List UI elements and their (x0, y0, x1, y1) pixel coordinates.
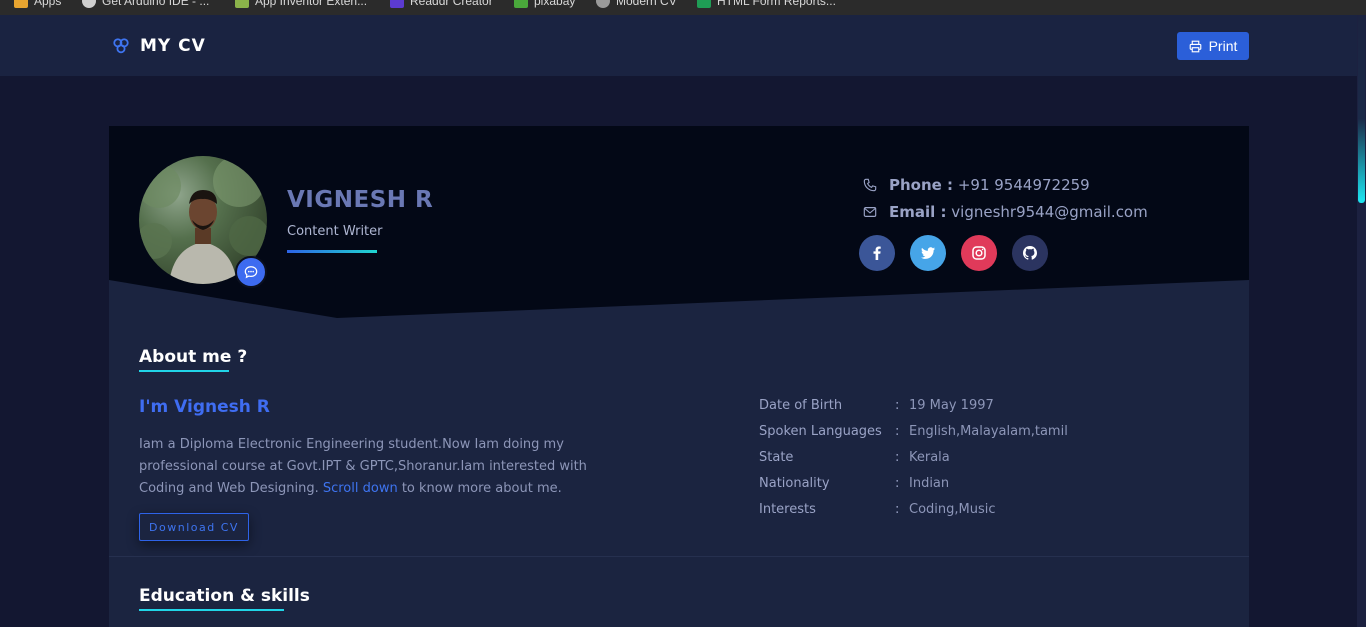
twitter-link[interactable] (910, 235, 946, 271)
personal-details: Date of Birth : 19 May 1997 Spoken Langu… (759, 392, 1068, 522)
bookmark-readdr[interactable]: Readdr Creator (390, 0, 493, 9)
download-cv-button[interactable]: Download CV (139, 513, 249, 541)
bookmark-apps[interactable]: Apps (14, 0, 61, 9)
printer-icon (1189, 40, 1201, 52)
modern-cv-icon (596, 0, 610, 8)
detail-row: Spoken Languages : English,Malayalam,tam… (759, 423, 1068, 439)
detail-row: Interests : Coding,Music (759, 501, 996, 517)
email-value[interactable]: vigneshr9544@gmail.com (951, 203, 1147, 221)
about-text: Iam a Diploma Electronic Engineering stu… (139, 437, 587, 496)
about-title: About me ? (139, 347, 248, 367)
print-button[interactable]: Print (1177, 32, 1249, 60)
mail-icon (863, 206, 877, 217)
chat-button[interactable] (235, 256, 267, 288)
html-form-icon (697, 0, 711, 8)
readdr-icon (390, 0, 404, 8)
facebook-icon (873, 246, 881, 260)
pixabay-icon (514, 0, 528, 8)
email-label: Email : (889, 202, 947, 221)
role-underline (287, 250, 377, 253)
phone-icon (863, 178, 877, 191)
bookmark-modern-cv[interactable]: Modern CV (596, 0, 677, 9)
scrollbar-thumb[interactable] (1358, 15, 1365, 203)
bookmark-html-form[interactable]: HTML Form Reports... (697, 0, 836, 9)
navbar: MY CV Print (0, 15, 1357, 76)
detail-row: State : Kerala (759, 449, 950, 465)
bookmark-app-inventor[interactable]: App Inventor Exten... (235, 0, 367, 9)
brand[interactable]: MY CV (112, 36, 206, 56)
instagram-icon (972, 246, 986, 260)
arduino-icon (82, 0, 96, 8)
hero-background (109, 126, 1249, 318)
github-link[interactable] (1012, 235, 1048, 271)
profile-name: VIGNESH R (287, 187, 434, 213)
education-title: Education & skills (139, 586, 310, 606)
facebook-link[interactable] (859, 235, 895, 271)
phone-value[interactable]: +91 9544972259 (958, 176, 1090, 194)
profile-role: Content Writer (287, 224, 383, 239)
page-scrollbar[interactable] (1357, 15, 1366, 627)
phone-row: Phone : +91 9544972259 (863, 171, 1148, 198)
about-title-underline (139, 370, 229, 372)
social-links (859, 235, 1048, 271)
bookmarks-bar: Apps Get Arduino IDE - ... App Inventor … (0, 0, 1366, 15)
app-inventor-icon (235, 0, 249, 8)
chat-bubble-icon (244, 266, 258, 279)
triple-circle-icon (113, 38, 129, 54)
detail-row: Date of Birth : 19 May 1997 (759, 397, 994, 413)
about-heading: I'm Vignesh R (139, 397, 270, 417)
brand-title: MY CV (140, 36, 206, 56)
education-title-underline (139, 609, 284, 611)
cv-card: VIGNESH R Content Writer Phone : +91 954… (109, 126, 1249, 627)
bookmark-arduino[interactable]: Get Arduino IDE - ... (82, 0, 209, 9)
contact-info: Phone : +91 9544972259 Email : vigneshr9… (863, 171, 1148, 225)
apps-grid-icon (14, 0, 28, 8)
github-icon (1023, 246, 1037, 260)
print-label: Print (1208, 38, 1238, 54)
email-row: Email : vigneshr9544@gmail.com (863, 198, 1148, 225)
phone-label: Phone : (889, 175, 954, 194)
bookmark-pixabay[interactable]: pixabay (514, 0, 575, 9)
detail-row: Nationality : Indian (759, 475, 950, 491)
section-divider (109, 556, 1249, 557)
instagram-link[interactable] (961, 235, 997, 271)
twitter-icon (921, 247, 935, 259)
scroll-down-link[interactable]: Scroll down (323, 481, 398, 496)
